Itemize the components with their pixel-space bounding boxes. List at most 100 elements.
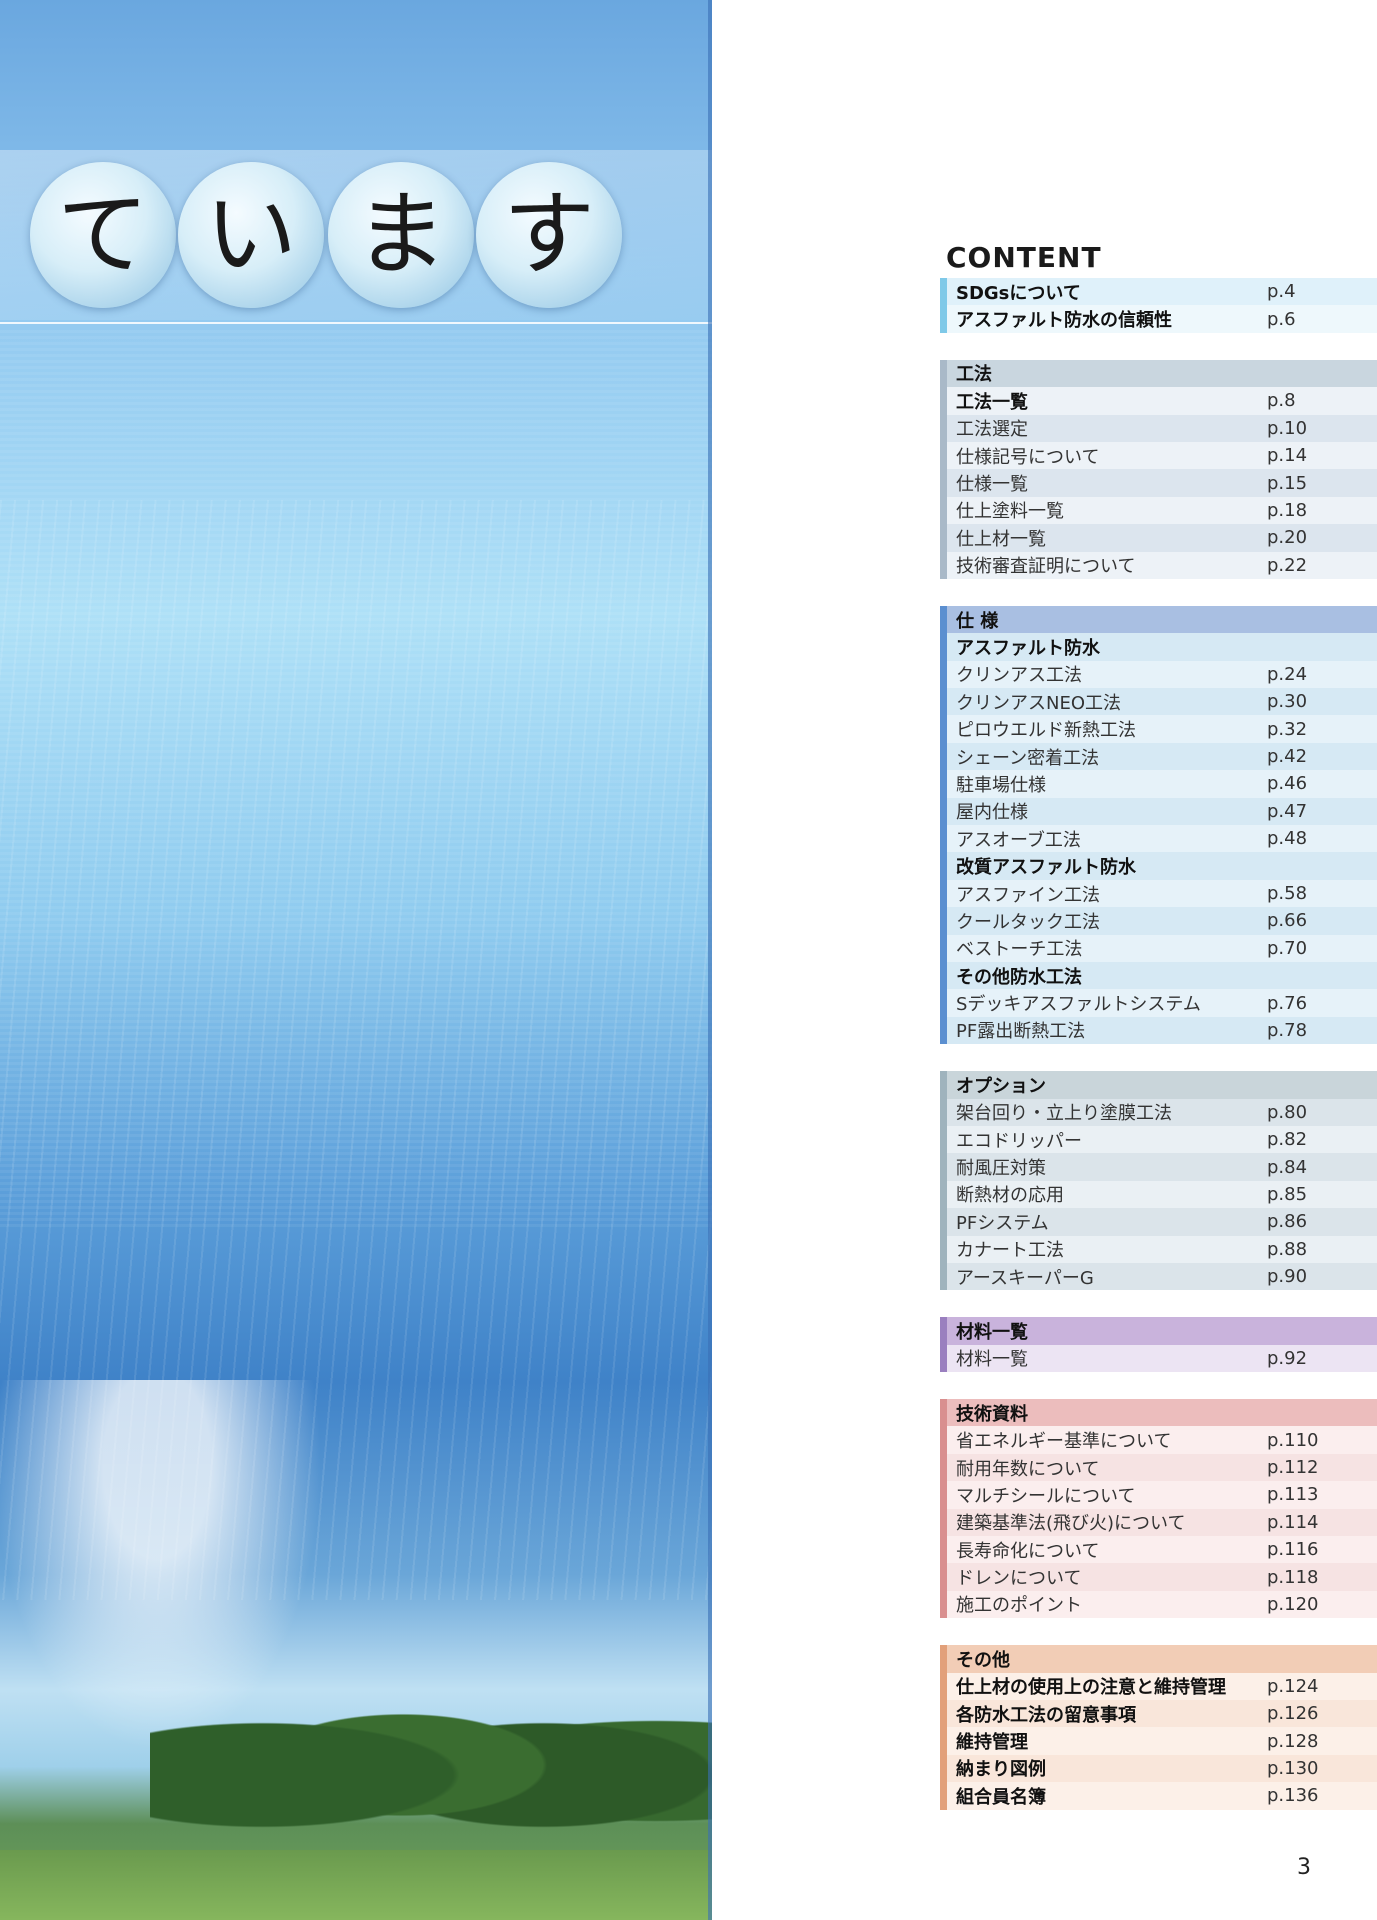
table-of-contents: CONTENT SDGsについて p.4 アスファルト防水の信頼性 p.6 工法 工法一覧… — [940, 240, 1377, 1837]
toc-entry[interactable]: 材料一覧 p.92 — [940, 1344, 1377, 1373]
toc-entry-page: p.82 — [1267, 1129, 1308, 1151]
toc-entry-label: 改質アスファルト防水 — [956, 857, 1136, 879]
toc-entry-page: p.110 — [1267, 1429, 1319, 1451]
toc-entry-label: アスファイン工法 — [956, 884, 1100, 906]
toc-entry[interactable]: 断熱材の応用 p.85 — [940, 1180, 1377, 1209]
toc-entry[interactable]: ピロウエルド新熱工法 p.32 — [940, 715, 1377, 743]
toc-entry[interactable]: 屋内仕様 p.47 — [940, 797, 1377, 826]
toc-entry-page: p.6 — [1267, 308, 1296, 330]
toc-entry-page: p.116 — [1267, 1539, 1319, 1561]
toc-entry-label: ピロウエルド新熱工法 — [956, 720, 1136, 742]
toc-entry[interactable]: 駐車場仕様 p.46 — [940, 770, 1377, 798]
toc-entry-label: 架台回り・立上り塗膜工法 — [956, 1103, 1172, 1125]
toc-entry[interactable]: クリンアス工法 p.24 — [940, 660, 1377, 689]
toc-entry[interactable]: 工法選定 p.10 — [940, 414, 1377, 442]
toc-entry[interactable]: アスファイン工法 p.58 — [940, 879, 1377, 908]
toc-entry-label: エコドリッパー — [956, 1130, 1082, 1152]
toc-entry[interactable]: 改質アスファルト防水 — [940, 852, 1377, 880]
toc-entry-label: 仕様一覧 — [956, 474, 1028, 496]
toc-entry-page: p.90 — [1267, 1266, 1308, 1288]
toc-entry[interactable]: Sデッキアスファルトシステム p.76 — [940, 989, 1377, 1017]
toc-entry[interactable]: 省エネルギー基準について p.110 — [940, 1426, 1377, 1454]
toc-entry-label: その他 — [956, 1649, 1010, 1671]
toc-entry-page: p.32 — [1267, 718, 1308, 740]
toc-entry[interactable]: 長寿命化について p.116 — [940, 1536, 1377, 1564]
toc-entry-label: 省エネルギー基準について — [956, 1431, 1172, 1453]
toc-entry[interactable]: 各防水工法の留意事項 p.126 — [940, 1699, 1377, 1728]
toc-entry-label: 仕上塗料一覧 — [956, 501, 1064, 523]
toc-entry-page: p.118 — [1267, 1566, 1319, 1588]
toc-entry[interactable]: 架台回り・立上り塗膜工法 p.80 — [940, 1098, 1377, 1126]
toc-entry-label: カナート工法 — [956, 1240, 1064, 1262]
toc-entry[interactable]: 耐風圧対策 p.84 — [940, 1153, 1377, 1181]
toc-entry[interactable]: 施工のポイント p.120 — [940, 1590, 1377, 1619]
toc-section: 材料一覧 材料一覧 p.92 — [940, 1317, 1377, 1373]
toc-entry[interactable]: PFシステム p.86 — [940, 1208, 1377, 1236]
toc-entry-label: アースキーパーG — [956, 1267, 1094, 1289]
toc-entry[interactable]: アスファルト防水の信頼性 p.6 — [940, 305, 1377, 333]
toc-entry[interactable]: 維持管理 p.128 — [940, 1727, 1377, 1755]
toc-entry-page: p.124 — [1267, 1675, 1319, 1697]
toc-entry[interactable]: 仕様一覧 p.15 — [940, 469, 1377, 497]
toc-entry[interactable]: アスオーブ工法 p.48 — [940, 825, 1377, 853]
toc-entry-label: 耐風圧対策 — [956, 1158, 1046, 1180]
toc-entry-label: 工法 — [956, 364, 992, 386]
toc-entry-label: シェーン密着工法 — [956, 747, 1100, 769]
toc-entry[interactable]: 工法一覧 p.8 — [940, 387, 1377, 415]
toc-sections: SDGsについて p.4 アスファルト防水の信頼性 p.6 工法 工法一覧 p.8 工法選定 p… — [940, 278, 1377, 1810]
hero-char-4: す — [476, 162, 622, 308]
toc-entry[interactable]: カナート工法 p.88 — [940, 1235, 1377, 1263]
toc-entry-label: その他防水工法 — [956, 966, 1082, 988]
toc-entry[interactable]: 仕上材一覧 p.20 — [940, 524, 1377, 552]
toc-entry[interactable]: アスファルト防水 — [940, 633, 1377, 661]
toc-entry[interactable]: 組合員名簿 p.136 — [940, 1782, 1377, 1810]
toc-entry[interactable]: SDGsについて p.4 — [940, 278, 1377, 306]
toc-section: 仕 様アスファルト防水 クリンアス工法 p.24 クリンアスNEO工法 p.30 ピロウエ… — [940, 605, 1377, 1045]
toc-entry-label: マルチシールについて — [956, 1485, 1136, 1507]
toc-entry[interactable]: シェーン密着工法 p.42 — [940, 742, 1377, 771]
toc-section-heading[interactable]: 工法 — [940, 359, 1377, 388]
toc-entry[interactable]: PF露出断熱工法 p.78 — [940, 1016, 1377, 1045]
toc-entry[interactable]: 納まり図例 p.130 — [940, 1754, 1377, 1783]
toc-section-heading[interactable]: 材料一覧 — [940, 1317, 1377, 1345]
toc-section-heading[interactable]: その他 — [940, 1645, 1377, 1673]
toc-entry[interactable]: アースキーパーG p.90 — [940, 1262, 1377, 1291]
toc-entry[interactable]: エコドリッパー p.82 — [940, 1125, 1377, 1154]
toc-entry-page: p.18 — [1267, 499, 1308, 521]
toc-section-heading[interactable]: 仕 様 — [940, 605, 1377, 634]
toc-entry-page: p.15 — [1267, 472, 1308, 494]
toc-section-heading[interactable]: 技術資料 — [940, 1399, 1377, 1427]
toc-entry[interactable]: ベストーチ工法 p.70 — [940, 934, 1377, 962]
toc-entry[interactable]: その他防水工法 — [940, 961, 1377, 990]
toc-entry[interactable]: 仕様記号について p.14 — [940, 441, 1377, 470]
toc-entry[interactable]: ドレンについて p.118 — [940, 1563, 1377, 1591]
toc-entry-label: SDGsについて — [956, 282, 1081, 304]
toc-entry[interactable]: クールタック工法 p.66 — [940, 907, 1377, 935]
toc-entry-page: p.80 — [1267, 1101, 1308, 1123]
toc-entry-label: 建築基準法(飛び火)について — [956, 1513, 1186, 1535]
cover-photo-panel: て い ま す — [0, 0, 712, 1920]
toc-entry-label: 維持管理 — [956, 1732, 1028, 1754]
toc-entry-label: アスファルト防水 — [956, 637, 1100, 659]
panel-edge — [708, 0, 712, 1920]
toc-entry[interactable]: マルチシールについて p.113 — [940, 1481, 1377, 1509]
toc-entry-label: 各防水工法の留意事項 — [956, 1704, 1136, 1726]
toc-section: 工法 工法一覧 p.8 工法選定 p.10 仕様記号について p.14 仕様一覧 p.15 仕上塗… — [940, 359, 1377, 579]
toc-entry-label: 仕上材の使用上の注意と維持管理 — [956, 1677, 1226, 1699]
toc-entry-page: p.42 — [1267, 746, 1308, 768]
toc-section-heading[interactable]: オプション — [940, 1071, 1377, 1099]
toc-entry-label: ドレンについて — [956, 1568, 1082, 1590]
toc-entry[interactable]: 仕上材の使用上の注意と維持管理 p.124 — [940, 1672, 1377, 1700]
toc-entry-page: p.30 — [1267, 691, 1308, 713]
toc-entry-label: 駐車場仕様 — [956, 774, 1046, 796]
toc-entry[interactable]: クリンアスNEO工法 p.30 — [940, 688, 1377, 716]
toc-entry[interactable]: 耐用年数について p.112 — [940, 1453, 1377, 1482]
toc-entry-page: p.47 — [1267, 800, 1308, 822]
toc-entry[interactable]: 建築基準法(飛び火)について p.114 — [940, 1508, 1377, 1537]
toc-entry[interactable]: 仕上塗料一覧 p.18 — [940, 496, 1377, 525]
toc-entry-label: アスオーブ工法 — [956, 829, 1081, 851]
hero-char-1: て — [30, 162, 176, 308]
toc-entry-page: p.20 — [1267, 527, 1308, 549]
toc-entry[interactable]: 技術審査証明について p.22 — [940, 551, 1377, 579]
toc-entry-label: 材料一覧 — [956, 1321, 1028, 1343]
